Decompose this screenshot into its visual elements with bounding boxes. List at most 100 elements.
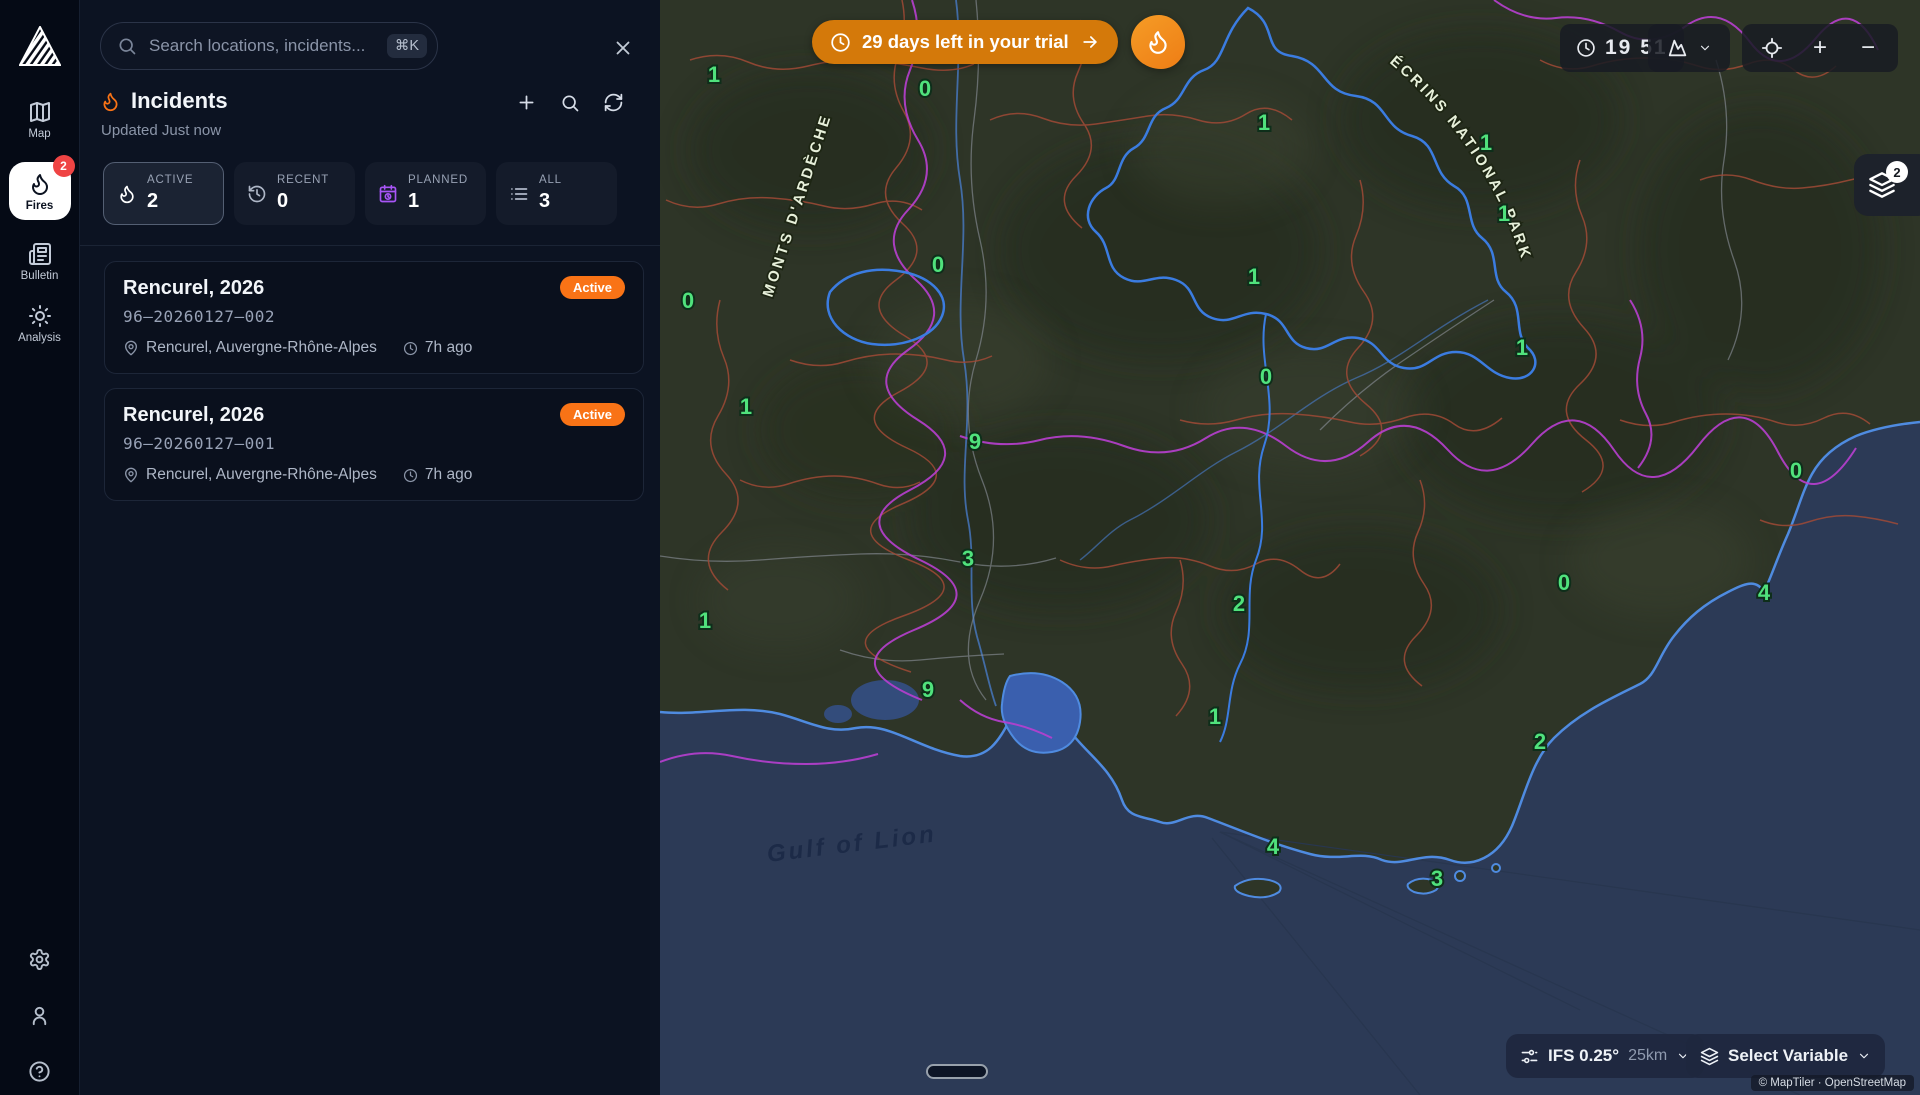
fires-badge: 2 bbox=[53, 155, 75, 177]
sidebar-item-label: Map bbox=[28, 128, 50, 140]
map-pin-icon bbox=[123, 467, 139, 483]
cluster-marker[interactable]: 9 bbox=[969, 429, 981, 454]
calendar-clock-icon bbox=[378, 184, 398, 204]
incident-title: Rencurel, 2026 bbox=[123, 277, 625, 300]
refresh-icon bbox=[603, 92, 624, 113]
cluster-marker[interactable]: 1 bbox=[1258, 110, 1270, 135]
cluster-marker[interactable]: 1 bbox=[1516, 335, 1528, 360]
incident-id: 96–20260127–001 bbox=[123, 434, 625, 453]
chevron-down-icon bbox=[1698, 41, 1712, 55]
sidebar-item-fires[interactable]: 2 Fires bbox=[9, 162, 71, 220]
search-icon bbox=[117, 36, 137, 56]
incident-list: Rencurel, 2026 Active 96–20260127–002 Re… bbox=[104, 261, 644, 501]
layers-button[interactable]: 2 bbox=[1854, 154, 1920, 216]
cluster-marker[interactable]: 3 bbox=[1431, 866, 1443, 891]
search-input[interactable] bbox=[147, 35, 377, 57]
cluster-marker[interactable]: 0 bbox=[682, 288, 694, 313]
model-selector[interactable]: IFS 0.25° 25km bbox=[1506, 1034, 1704, 1078]
cluster-marker[interactable]: 1 bbox=[1248, 264, 1260, 289]
search-bar[interactable]: ⌘K bbox=[100, 22, 438, 70]
cluster-marker[interactable]: 4 bbox=[1758, 580, 1771, 605]
locate-icon bbox=[1761, 37, 1783, 59]
mountain-icon bbox=[1667, 37, 1689, 59]
search-incidents-button[interactable] bbox=[560, 93, 580, 113]
zoom-out-button[interactable]: − bbox=[1848, 28, 1888, 68]
cluster-marker[interactable]: 2 bbox=[1534, 729, 1546, 754]
cluster-marker[interactable]: 2 bbox=[1233, 591, 1245, 616]
cluster-marker[interactable]: 0 bbox=[919, 76, 931, 101]
cluster-marker[interactable]: 1 bbox=[708, 62, 720, 87]
cluster-marker[interactable]: 1 bbox=[1480, 130, 1492, 155]
incident-time: 7h ago bbox=[425, 339, 472, 357]
help-button[interactable] bbox=[28, 1060, 51, 1083]
incident-location: Rencurel, Auvergne-Rhône-Alpes bbox=[146, 466, 377, 484]
incident-card[interactable]: Rencurel, 2026 Active 96–20260127–001 Re… bbox=[104, 388, 644, 501]
variable-label: Select Variable bbox=[1728, 1046, 1848, 1066]
incident-location: Rencurel, Auvergne-Rhône-Alpes bbox=[146, 339, 377, 357]
chevron-down-icon bbox=[1857, 1049, 1871, 1063]
header-actions bbox=[516, 92, 624, 113]
tab-planned[interactable]: PLANNED 1 bbox=[365, 162, 486, 225]
model-resolution: 25km bbox=[1628, 1047, 1667, 1065]
cluster-marker[interactable]: 1 bbox=[740, 394, 752, 419]
cluster-marker[interactable]: 3 bbox=[962, 546, 974, 571]
clock-icon bbox=[830, 32, 851, 53]
locate-button[interactable] bbox=[1752, 28, 1792, 68]
zoom-in-button[interactable]: + bbox=[1800, 28, 1840, 68]
app-logo[interactable] bbox=[19, 26, 61, 66]
sidebar-item-bulletin[interactable]: Bulletin bbox=[9, 242, 71, 282]
updated-status: Updated Just now bbox=[101, 122, 221, 139]
clock-icon bbox=[403, 468, 418, 483]
plus-icon bbox=[516, 92, 537, 113]
cluster-marker[interactable]: 4 bbox=[1267, 834, 1280, 859]
fire-fab-button[interactable] bbox=[1131, 15, 1185, 69]
status-badge: Active bbox=[560, 403, 625, 426]
variable-selector[interactable]: Select Variable bbox=[1686, 1034, 1885, 1078]
tab-count: 2 bbox=[147, 190, 193, 213]
terrain-selector[interactable] bbox=[1648, 24, 1730, 72]
tab-recent[interactable]: RECENT 0 bbox=[234, 162, 355, 225]
arrow-right-icon bbox=[1080, 32, 1100, 52]
flame-icon bbox=[100, 91, 121, 112]
sun-icon bbox=[28, 304, 52, 328]
layers-icon bbox=[1700, 1047, 1719, 1066]
sidebar-item-analysis[interactable]: Analysis bbox=[9, 304, 71, 344]
sidebar-item-map[interactable]: Map bbox=[9, 100, 71, 140]
trial-banner[interactable]: 29 days left in your trial bbox=[812, 20, 1118, 64]
cluster-marker[interactable]: 0 bbox=[1790, 458, 1802, 483]
cluster-marker[interactable]: 1 bbox=[1498, 201, 1510, 226]
divider bbox=[80, 245, 660, 246]
incident-card[interactable]: Rencurel, 2026 Active 96–20260127–002 Re… bbox=[104, 261, 644, 374]
tab-all[interactable]: ALL 3 bbox=[496, 162, 617, 225]
model-name: IFS 0.25° bbox=[1548, 1046, 1619, 1066]
refresh-button[interactable] bbox=[603, 92, 624, 113]
close-panel-button[interactable] bbox=[612, 37, 634, 59]
tab-label: ALL bbox=[539, 174, 562, 187]
incident-title: Rencurel, 2026 bbox=[123, 404, 625, 427]
page-title: Incidents bbox=[131, 88, 228, 114]
filter-tabs: ACTIVE 2 RECENT 0 PLANNED 1 ALL bbox=[103, 162, 617, 225]
map-attribution[interactable]: © MapTiler · OpenStreetMap bbox=[1751, 1075, 1914, 1091]
close-icon bbox=[612, 37, 634, 59]
incidents-header: Incidents bbox=[100, 88, 228, 114]
settings-button[interactable] bbox=[28, 948, 51, 971]
map-canvas[interactable]: ÉCRINS NATIONAL PARK MONTS D'ARDÈCHE Gul… bbox=[660, 0, 1920, 1095]
flame-icon bbox=[28, 172, 52, 196]
cluster-marker[interactable]: 1 bbox=[1209, 704, 1221, 729]
cluster-marker[interactable]: 1 bbox=[699, 608, 711, 633]
cluster-marker[interactable]: 0 bbox=[1558, 570, 1570, 595]
cluster-marker[interactable]: 0 bbox=[1260, 364, 1272, 389]
clock-icon bbox=[403, 341, 418, 356]
tab-count: 0 bbox=[277, 190, 329, 213]
flame-icon bbox=[1145, 29, 1171, 55]
incident-id: 96–20260127–002 bbox=[123, 307, 625, 326]
add-incident-button[interactable] bbox=[516, 92, 537, 113]
nav-footer bbox=[28, 948, 51, 1083]
tab-count: 3 bbox=[539, 190, 562, 213]
user-button[interactable] bbox=[28, 1004, 51, 1027]
timeline-handle[interactable] bbox=[926, 1064, 988, 1079]
cluster-marker[interactable]: 9 bbox=[922, 677, 934, 702]
tab-active[interactable]: ACTIVE 2 bbox=[103, 162, 224, 225]
map-icon bbox=[28, 100, 52, 124]
cluster-marker[interactable]: 0 bbox=[932, 252, 944, 277]
